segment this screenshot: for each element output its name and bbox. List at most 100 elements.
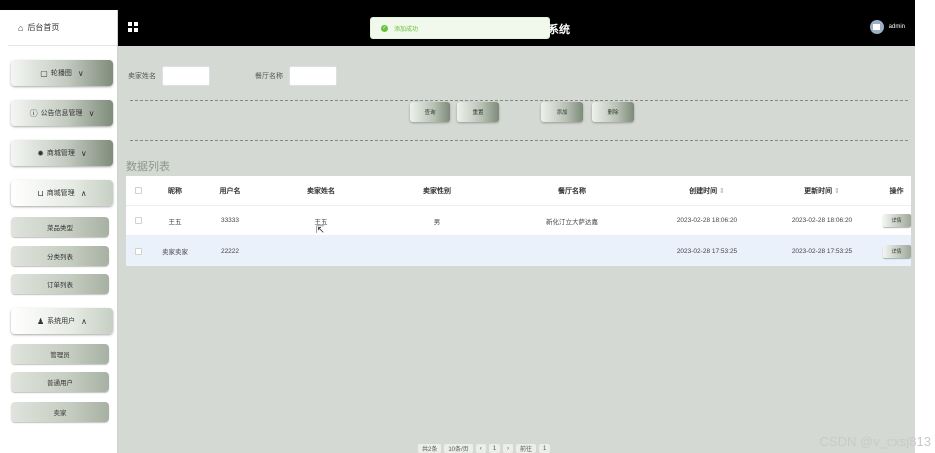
- sidebar-item-label: 卖家: [53, 410, 67, 417]
- chevron-down-icon: ∨: [80, 148, 87, 158]
- check-circle-icon: ✓: [381, 24, 388, 32]
- header-actions: 操作: [889, 187, 904, 195]
- pagination-total: 共2条: [418, 444, 442, 453]
- goto-page-input[interactable]: 1: [539, 444, 551, 453]
- sidebar-item-normal-user[interactable]: 普通用户: [11, 372, 109, 392]
- prev-page-button[interactable]: ‹: [475, 444, 486, 453]
- info-circle-icon: ⓘ: [29, 108, 38, 118]
- cell-created: 2023-02-28 17:53:25: [676, 247, 738, 255]
- sidebar-item-label: 订单列表: [47, 282, 73, 289]
- row-checkbox[interactable]: [134, 247, 142, 255]
- sidebar-home-label: 后台首页: [27, 23, 60, 32]
- cell-username: 33333: [220, 217, 240, 224]
- header-created-label: 创建时间: [689, 187, 718, 195]
- seller-name-input[interactable]: [162, 66, 210, 86]
- user-icon: ♟: [36, 316, 45, 326]
- chevron-down-icon: ∨: [88, 108, 95, 118]
- sidebar-item-label: 菜品类型: [47, 225, 73, 232]
- action-buttons: 查询 重置 添加 删除: [118, 102, 915, 124]
- cell-username: 22222: [220, 247, 240, 255]
- add-button[interactable]: 添加: [541, 102, 583, 122]
- sidebar-item-order-list[interactable]: 订单列表: [11, 274, 109, 294]
- main-content: 卖家姓名 餐厅名称 查询 重置 添加 删除 数据列表 昵称 用户名 卖家姓名 卖…: [118, 46, 915, 453]
- sidebar-item-label: 管理员: [50, 352, 70, 359]
- sort-icon: ⇕: [719, 187, 725, 195]
- username-label: admin: [888, 24, 905, 30]
- chevron-up-icon: ∧: [81, 316, 88, 326]
- cell-restaurant: 新化汀立大萨达嘉: [546, 218, 598, 226]
- cell-updated: 2023-02-28 17:53:25: [791, 247, 853, 255]
- sidebar-item-dish-type[interactable]: 菜品类型: [11, 217, 109, 237]
- toast-text: 添加成功: [394, 26, 419, 33]
- sidebar-item-label: 普通用户: [47, 380, 73, 387]
- search-form: 卖家姓名 餐厅名称: [128, 66, 337, 86]
- header-gender: 卖家性别: [423, 187, 451, 195]
- menu-mall-manage-2-label: 商城管理: [46, 190, 75, 197]
- sidebar: ⌂ 后台首页 ▢ 轮播图 ∨ ⓘ 公告信息管理 ∨ ✹ 商城管理 ∨ ⊔ 商城管…: [8, 10, 118, 453]
- menu-system-users[interactable]: ♟ 系统用户 ∧: [11, 308, 113, 334]
- data-table: 昵称 用户名 卖家姓名 卖家性别 餐厅名称 创建时间 ⇕ 更新时间 ⇕ 操作 王…: [126, 176, 911, 266]
- menu-carousel-label: 轮播图: [50, 70, 72, 77]
- select-all-checkbox[interactable]: [134, 187, 142, 194]
- header-updated[interactable]: 更新时间 ⇕: [762, 186, 882, 196]
- restaurant-name-input[interactable]: [289, 66, 337, 86]
- chevron-down-icon: ∨: [77, 68, 84, 78]
- seller-name-label: 卖家姓名: [128, 73, 156, 80]
- detail-button[interactable]: 详情: [882, 214, 911, 227]
- window-top-bar: [0, 0, 915, 10]
- table-row[interactable]: 王五 33333 王五 男 新化汀立大萨达嘉 2023-02-28 18:06:…: [126, 206, 911, 236]
- reset-button[interactable]: 重置: [457, 102, 499, 122]
- header-username: 用户名: [219, 187, 241, 195]
- menu-system-users-label: 系统用户: [47, 318, 76, 325]
- menu-mall-manage-2[interactable]: ⊔ 商城管理 ∧: [11, 180, 113, 206]
- app-title: 系统: [548, 24, 570, 36]
- cell-created: 2023-02-28 18:06:20: [676, 217, 738, 224]
- section-title: 数据列表: [126, 161, 170, 173]
- query-button[interactable]: 查询: [410, 102, 450, 122]
- menu-toggle-icon[interactable]: [128, 22, 138, 32]
- page-size-select[interactable]: 10条/页: [444, 444, 473, 453]
- user-menu[interactable]: admin: [869, 20, 905, 34]
- sidebar-item-seller[interactable]: 卖家: [11, 402, 109, 422]
- cell-updated: 2023-02-28 18:06:20: [791, 217, 853, 224]
- home-icon: ⌂: [18, 22, 24, 33]
- menu-carousel[interactable]: ▢ 轮播图 ∨: [11, 60, 113, 86]
- sidebar-item-label: 分类列表: [47, 254, 73, 261]
- menu-notices-label: 公告信息管理: [40, 110, 83, 117]
- table-row[interactable]: 卖家卖家 22222 2023-02-28 17:53:25 2023-02-2…: [126, 236, 911, 266]
- header-created[interactable]: 创建时间 ⇕: [652, 186, 762, 196]
- divider: [130, 140, 908, 141]
- header-nickname: 昵称: [168, 187, 182, 195]
- current-page[interactable]: 1: [488, 444, 501, 453]
- row-checkbox[interactable]: [134, 217, 142, 224]
- divider: [130, 100, 908, 101]
- cell-nickname: 卖家卖家: [162, 249, 188, 256]
- sidebar-item-category-list[interactable]: 分类列表: [11, 246, 109, 266]
- avatar: [869, 20, 884, 34]
- goto-label: 前往: [516, 444, 537, 453]
- menu-mall-manage-label: 商城管理: [46, 150, 75, 157]
- right-margin: [915, 0, 935, 453]
- menu-notices[interactable]: ⓘ 公告信息管理 ∨: [11, 100, 113, 126]
- image-icon: ▢: [40, 68, 48, 78]
- sidebar-item-admin[interactable]: 管理员: [11, 344, 109, 364]
- header-updated-label: 更新时间: [804, 187, 833, 195]
- app-window: ⌂ 后台首页 ▢ 轮播图 ∨ ⓘ 公告信息管理 ∨ ✹ 商城管理 ∨ ⊔ 商城管…: [8, 10, 915, 453]
- cell-gender: 男: [433, 218, 441, 226]
- menu-mall-manage[interactable]: ✹ 商城管理 ∨: [11, 140, 113, 166]
- chevron-up-icon: ∧: [80, 188, 87, 198]
- table-header: 昵称 用户名 卖家姓名 卖家性别 餐厅名称 创建时间 ⇕ 更新时间 ⇕ 操作: [126, 176, 911, 206]
- header-restaurant: 餐厅名称: [558, 187, 586, 195]
- sidebar-home[interactable]: ⌂ 后台首页: [8, 10, 117, 46]
- cell-seller-name: 王五: [314, 218, 328, 226]
- header-seller-name: 卖家姓名: [307, 187, 335, 195]
- delete-button[interactable]: 删除: [592, 102, 634, 122]
- pagination: 共2条 10条/页 ‹ 1 › 前往 1: [418, 444, 551, 453]
- sort-icon: ⇕: [834, 187, 840, 195]
- watermark: CSDN @v_cxsj813: [819, 434, 931, 449]
- next-page-button[interactable]: ›: [503, 444, 514, 453]
- cell-nickname: 王五: [168, 218, 182, 226]
- detail-button[interactable]: 详情: [882, 244, 911, 258]
- gear-icon: ✹: [37, 148, 44, 158]
- restaurant-name-label: 餐厅名称: [255, 73, 283, 80]
